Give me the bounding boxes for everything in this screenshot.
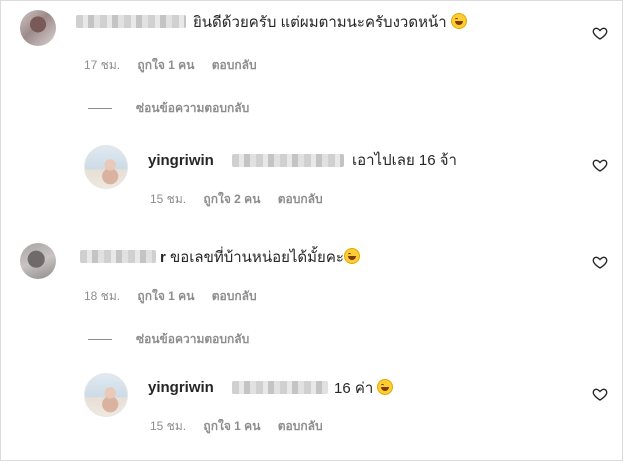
likes-count[interactable]: ถูกใจ 2 คน <box>203 192 260 206</box>
reply-text: yingriwin <box>148 379 214 397</box>
commenter-avatar[interactable] <box>20 243 56 279</box>
reply-time: 15 ชม. <box>150 419 187 433</box>
divider-line <box>88 339 112 340</box>
reply-button[interactable]: ตอบกลับ <box>278 419 323 433</box>
reply-button[interactable]: ตอบกลับ <box>212 289 257 303</box>
likes-count[interactable]: ถูกใจ 1 คน <box>137 289 194 303</box>
hide-replies-button[interactable]: ซ่อนข้อความตอบกลับ <box>136 101 249 115</box>
username-tail[interactable]: r <box>160 249 166 266</box>
grinning-emoji-icon <box>377 379 394 395</box>
blurred-mention[interactable] <box>232 381 328 394</box>
blurred-mention[interactable] <box>232 154 344 167</box>
heart-icon[interactable] <box>592 25 608 41</box>
comment-text-content: ยินดีด้วยครับ แต่ผมตามนะครับงวดหน้า <box>193 14 447 31</box>
reply-text: 16 ค่า <box>334 379 394 398</box>
reply-button[interactable]: ตอบกลับ <box>278 192 323 206</box>
reply-username[interactable]: yingriwin <box>148 379 214 396</box>
heart-icon[interactable] <box>592 254 608 270</box>
yingriwin-avatar[interactable] <box>84 145 128 189</box>
comment-time: 17 ชม. <box>84 58 121 72</box>
blurred-username[interactable] <box>80 250 156 263</box>
reply-text-content: 16 ค่า <box>334 380 374 397</box>
comment-text: r ขอเลขที่บ้านหน่อยได้มั้ยคะ <box>160 248 360 267</box>
hide-replies-button[interactable]: ซ่อนข้อความตอบกลับ <box>136 332 249 346</box>
likes-count[interactable]: ถูกใจ 1 คน <box>203 419 260 433</box>
laughing-emoji-icon <box>450 13 467 29</box>
laughing-emoji-icon <box>343 248 360 264</box>
reply-meta: 15 ชม. ถูกใจ 2 คน ตอบกลับ <box>150 192 337 206</box>
reply-text: yingriwin <box>148 152 214 170</box>
commenter-avatar[interactable] <box>20 10 56 46</box>
comment-text-content: ขอเลขที่บ้านหน่อยได้มั้ยคะ <box>170 249 344 266</box>
reply-meta: 15 ชม. ถูกใจ 1 คน ตอบกลับ <box>150 419 337 433</box>
reply-username[interactable]: yingriwin <box>148 152 214 169</box>
heart-icon[interactable] <box>592 157 608 173</box>
divider-line <box>88 108 112 109</box>
comment-meta: 18 ชม. ถูกใจ 1 คน ตอบกลับ <box>84 289 271 303</box>
likes-count[interactable]: ถูกใจ 1 คน <box>137 58 194 72</box>
reply-text-content: เอาไปเลย 16 จ้า <box>352 152 457 169</box>
yingriwin-avatar[interactable] <box>84 373 128 417</box>
heart-icon[interactable] <box>592 386 608 402</box>
comment-time: 18 ชม. <box>84 289 121 303</box>
comment-meta: 17 ชม. ถูกใจ 1 คน ตอบกลับ <box>84 58 271 72</box>
reply-button[interactable]: ตอบกลับ <box>212 58 257 72</box>
blurred-username[interactable] <box>76 15 186 28</box>
reply-time: 15 ชม. <box>150 192 187 206</box>
comment-text: ยินดีด้วยครับ แต่ผมตามนะครับงวดหน้า <box>193 13 467 32</box>
